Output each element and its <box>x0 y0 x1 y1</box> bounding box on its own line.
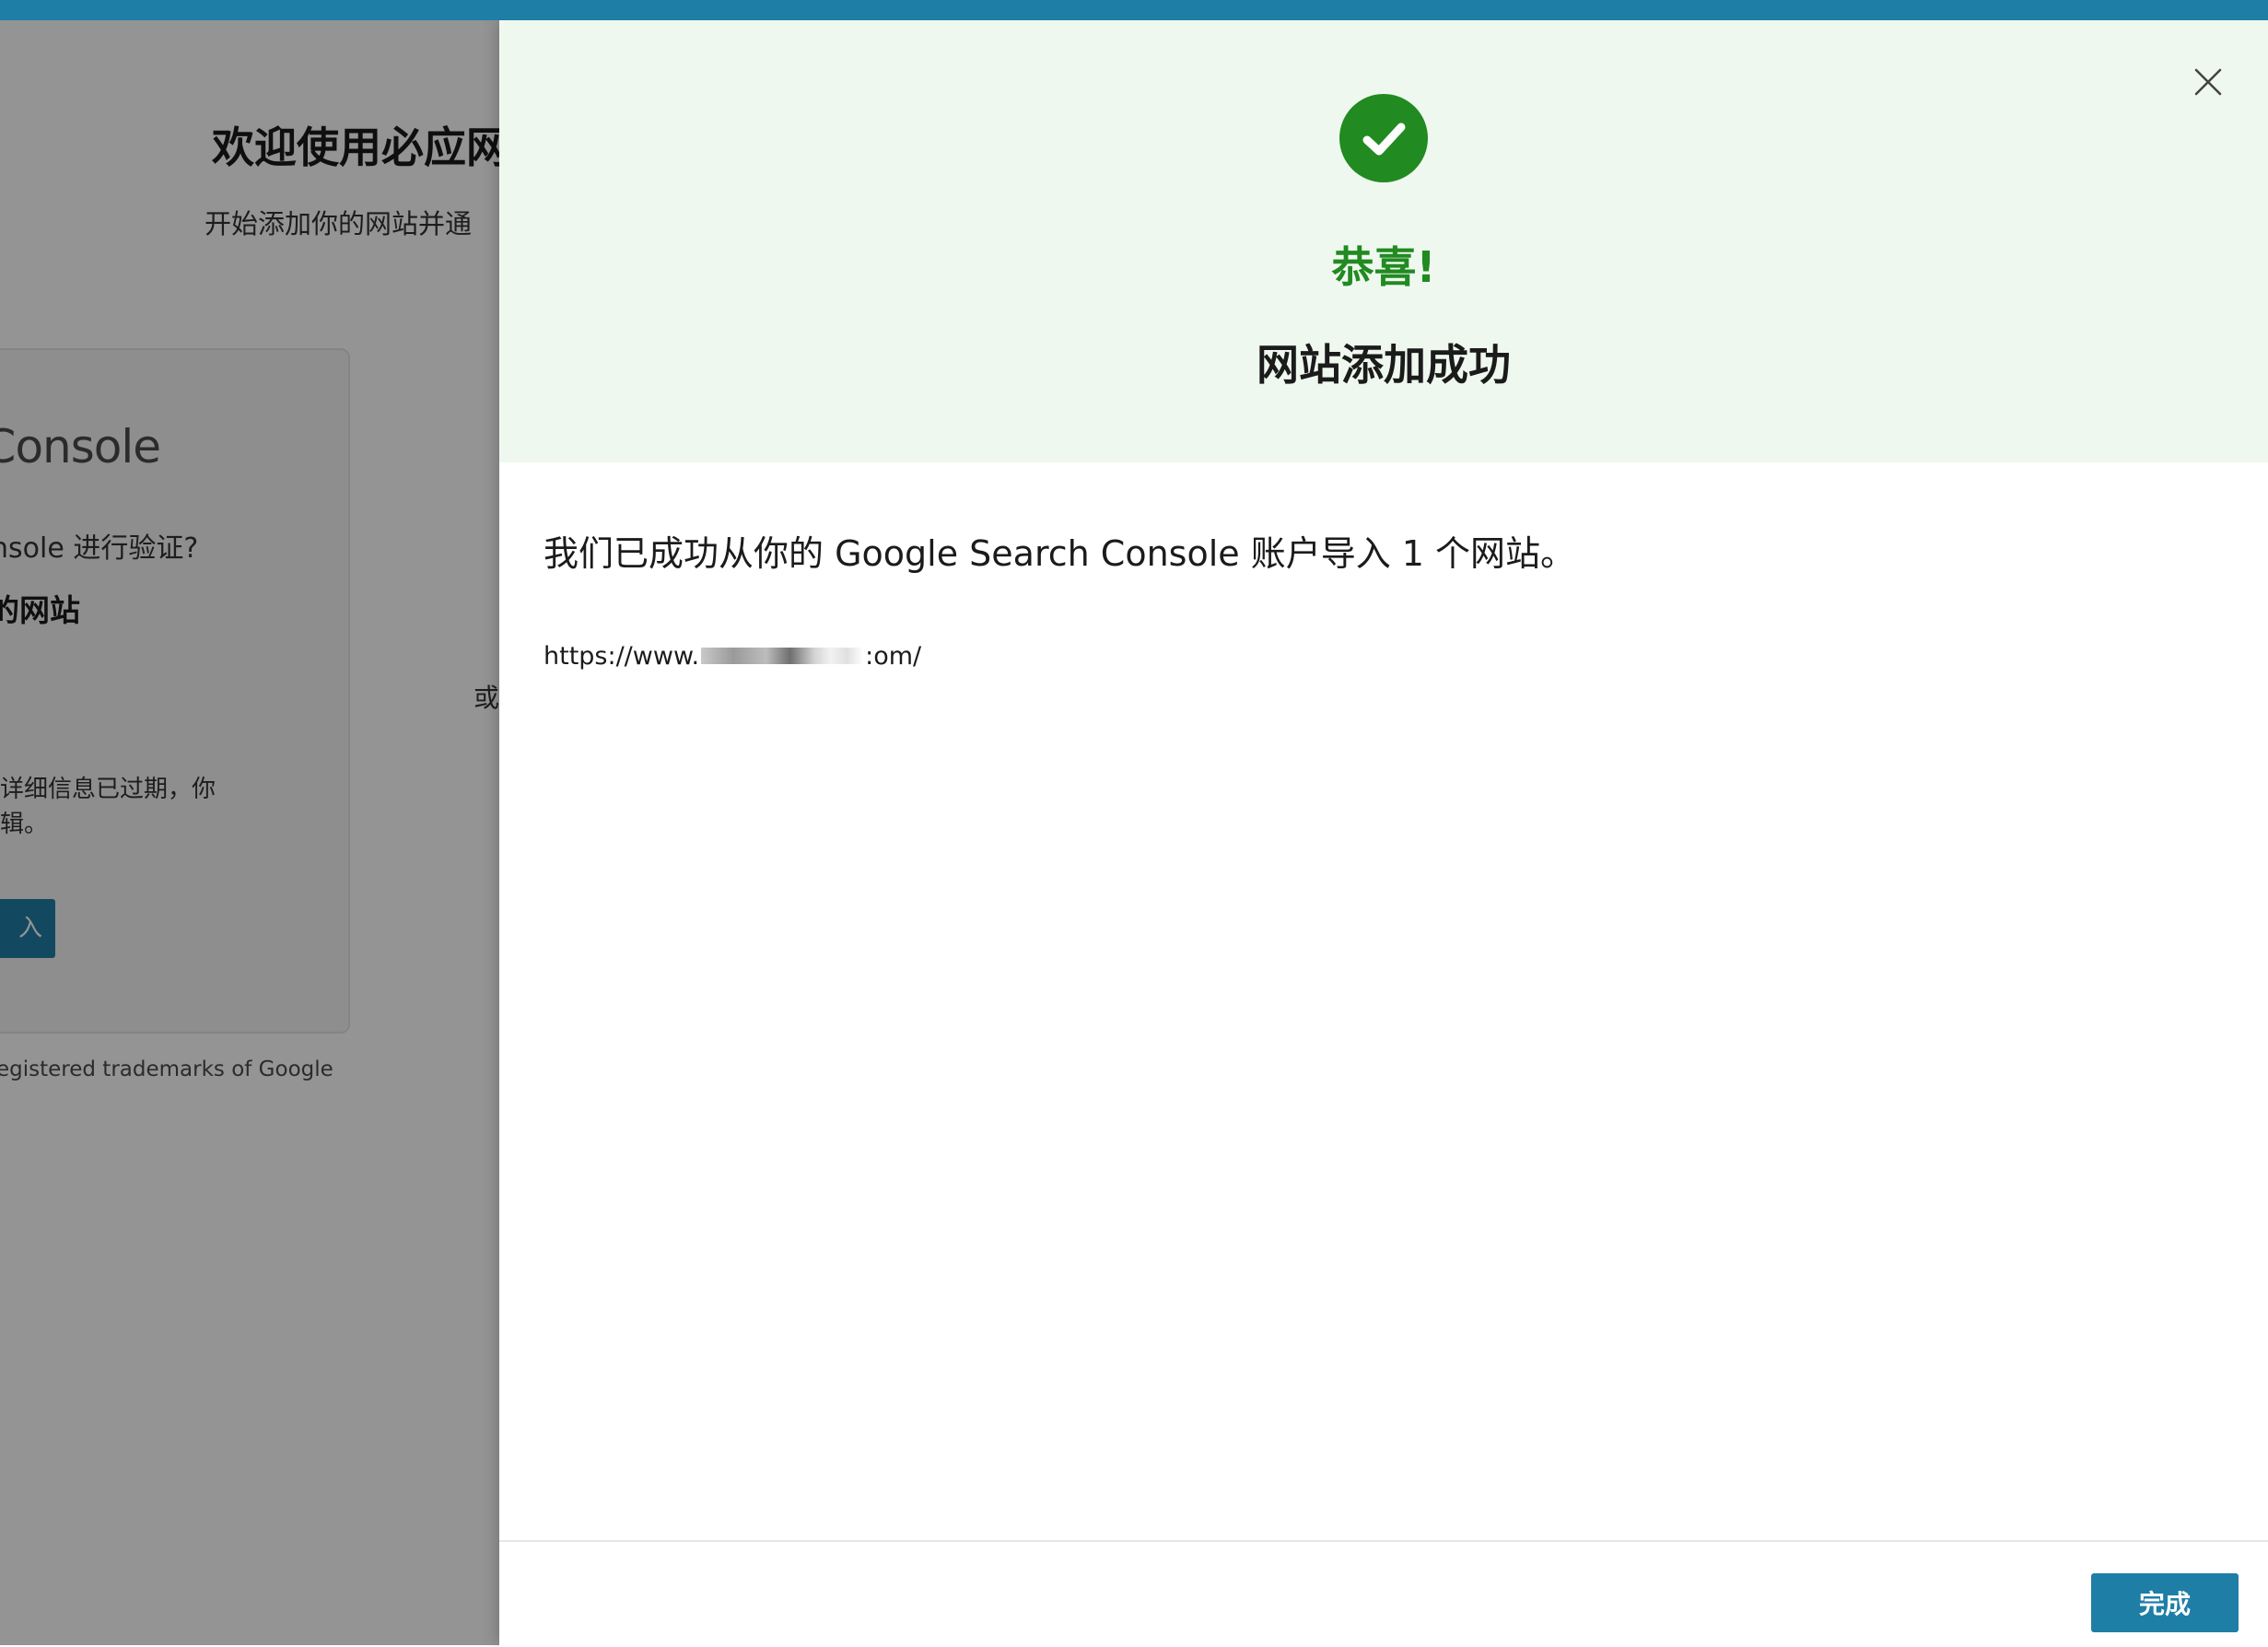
close-icon[interactable] <box>2189 63 2227 101</box>
check-circle-icon <box>1339 94 1428 182</box>
done-button[interactable]: 完成 <box>2091 1573 2239 1632</box>
imported-site-url: https://www. :om/ <box>544 637 921 674</box>
site-url-suffix: :om/ <box>865 641 922 671</box>
success-header: 恭喜! 网站添加成功 <box>499 20 2268 462</box>
success-panel: 恭喜! 网站添加成功 我们已成功从你的 Google Search Consol… <box>499 20 2268 1647</box>
congrats-text: 恭喜! <box>1331 242 1436 292</box>
site-url-prefix: https://www. <box>544 641 700 671</box>
redacted-domain <box>701 648 864 664</box>
success-heading: 网站添加成功 <box>1257 340 1511 390</box>
top-accent-bar <box>0 0 2268 20</box>
import-message: 我们已成功从你的 Google Search Console 账户导入 1 个网… <box>544 533 1576 574</box>
panel-footer: 完成 <box>499 1540 2268 1647</box>
